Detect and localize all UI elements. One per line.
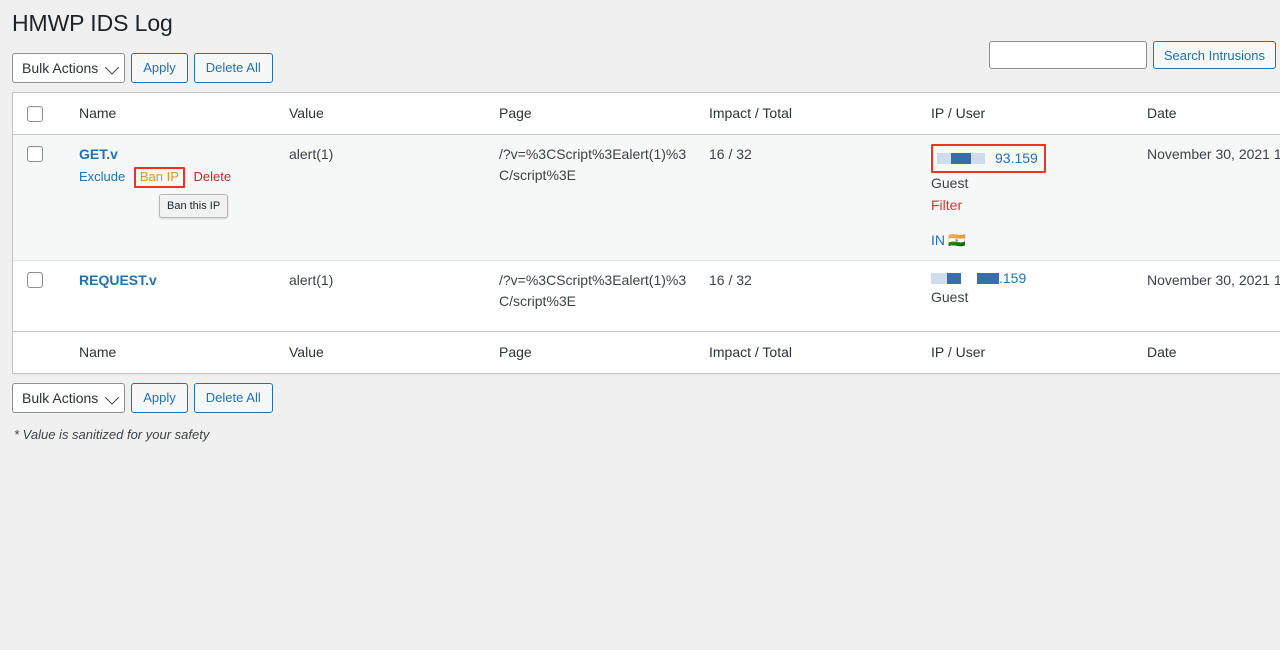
chevron-down-icon <box>105 390 120 405</box>
select-all-header <box>13 92 79 135</box>
row-name-cell: REQUEST.v <box>79 261 289 331</box>
search-input[interactable] <box>988 41 1147 69</box>
bulk-actions-label-top: Bulk Actions <box>22 59 99 76</box>
ip-user: Guest <box>931 288 969 305</box>
ban-ip-tooltip: Ban this IP <box>159 193 229 219</box>
row-value-cell: alert(1) <box>289 271 334 288</box>
column-footer-value[interactable]: Value <box>289 330 499 373</box>
country-code: IN <box>931 231 945 248</box>
column-header-page[interactable]: Page <box>499 92 709 135</box>
select-all-footer <box>13 330 79 373</box>
ban-ip-link[interactable]: Ban IP <box>140 169 179 184</box>
ip-country: IN 🇮🇳 <box>931 230 1137 251</box>
delete-all-button-bottom[interactable]: Delete All <box>193 382 273 413</box>
ip-address-link[interactable]: 93.159 <box>995 148 1038 169</box>
column-footer-date[interactable]: Date <box>1147 330 1280 373</box>
row-date-cell: November 30, 2021 1:19 pm <box>1147 134 1280 261</box>
column-header-date[interactable]: Date <box>1147 92 1280 135</box>
row-page-value: /?v=%3CScript%3Ealert(1)%3C/script%3E <box>499 145 687 183</box>
bulk-actions-label-bottom: Bulk Actions <box>22 389 99 406</box>
redaction-gap <box>961 273 977 284</box>
apply-button-top[interactable]: Apply <box>131 52 188 83</box>
row-page-cell: /?v=%3CScript%3Ealert(1)%3C/script%3E <box>499 261 709 331</box>
bulk-actions-select-bottom[interactable]: Bulk Actions <box>12 382 126 413</box>
column-footer-impact[interactable]: Impact / Total <box>709 330 931 373</box>
row-name-link[interactable]: REQUEST.v <box>79 272 157 288</box>
row-checkbox[interactable] <box>27 271 43 288</box>
ip-address-link[interactable]: .159 <box>999 268 1026 289</box>
ban-ip-highlight-box: Ban IP <box>133 166 185 188</box>
redaction-block-light <box>931 272 947 284</box>
sanitized-footnote: * Value is sanitized for your safety <box>14 426 210 442</box>
country-flag-icon: 🇮🇳 <box>948 231 966 248</box>
table-header-row: Name Value Page Impact / Total IP / User… <box>13 92 1280 135</box>
action-separator <box>186 169 194 184</box>
exclude-link[interactable]: Exclude <box>79 169 125 184</box>
intrusions-table: Name Value Page Impact / Total IP / User… <box>12 91 1280 374</box>
ids-log-page: HMWP IDS Log Search Intrusions Bulk Acti… <box>0 0 1280 650</box>
redaction-block-dark <box>947 272 961 284</box>
row-value-cell: alert(1) <box>289 134 499 261</box>
row-checkbox[interactable] <box>27 145 43 162</box>
search-intrusions-button[interactable]: Search Intrusions <box>1152 41 1276 69</box>
column-header-impact[interactable]: Impact / Total <box>709 92 931 135</box>
ip-user: Guest <box>931 174 969 191</box>
row-name-link[interactable]: GET.v <box>79 146 118 162</box>
row-impact-cell: 16 / 32 <box>709 134 931 261</box>
table-foot: Name Value Page Impact / Total IP / User… <box>13 330 1280 373</box>
table-body: GET.v Exclude Ban IP Delete Ban this IP … <box>13 134 1280 331</box>
select-all-checkbox[interactable] <box>27 106 43 123</box>
filter-link[interactable]: Filter <box>931 195 1137 216</box>
row-ip-cell: 93.159 Guest Filter IN 🇮🇳 <box>931 134 1147 261</box>
table-row: GET.v Exclude Ban IP Delete Ban this IP … <box>13 134 1280 261</box>
table-row: REQUEST.v alert(1) /?v=%3CScript%3Ealert… <box>13 261 1280 331</box>
redaction-block-light <box>971 152 985 164</box>
row-page-value: /?v=%3CScript%3Ealert(1)%3C/script%3E <box>499 271 687 309</box>
row-select-cell <box>13 134 79 261</box>
column-footer-page[interactable]: Page <box>499 330 709 373</box>
redaction-block-dark <box>977 272 999 284</box>
apply-button-bottom[interactable]: Apply <box>131 382 188 413</box>
page-title: HMWP IDS Log <box>12 10 173 36</box>
chevron-down-icon <box>105 60 120 75</box>
column-footer-name[interactable]: Name <box>79 330 289 373</box>
column-header-name[interactable]: Name <box>79 92 289 135</box>
column-header-ip[interactable]: IP / User <box>931 92 1147 135</box>
row-ip-cell: .159 Guest <box>931 261 1147 331</box>
redaction-block-light <box>937 152 951 164</box>
delete-all-button-top[interactable]: Delete All <box>193 52 273 83</box>
row-impact-cell: 16 / 32 <box>709 271 752 288</box>
ip-address-line: .159 <box>931 270 1137 287</box>
action-separator <box>125 169 133 184</box>
bulk-actions-select-top[interactable]: Bulk Actions <box>12 52 126 83</box>
row-name-cell: GET.v Exclude Ban IP Delete Ban this IP <box>79 134 289 261</box>
ip-highlight-box: 93.159 <box>931 143 1046 173</box>
tablenav-bottom: Bulk Actions Apply Delete All <box>12 374 1276 417</box>
column-footer-ip[interactable]: IP / User <box>931 330 1147 373</box>
column-header-value[interactable]: Value <box>289 92 499 135</box>
row-page-cell: /?v=%3CScript%3Ealert(1)%3C/script%3E <box>499 134 709 261</box>
row-date-cell: November 30, 2021 1:19 pm <box>1147 271 1280 288</box>
row-select-cell <box>13 261 79 331</box>
table-head: Name Value Page Impact / Total IP / User… <box>13 92 1280 135</box>
delete-link[interactable]: Delete <box>194 169 232 184</box>
table-footer-row: Name Value Page Impact / Total IP / User… <box>13 330 1280 373</box>
redaction-block-dark <box>951 152 971 164</box>
search-intrusions-form: Search Intrusions <box>988 41 1276 69</box>
row-actions: Exclude Ban IP Delete Ban this IP <box>79 166 279 219</box>
